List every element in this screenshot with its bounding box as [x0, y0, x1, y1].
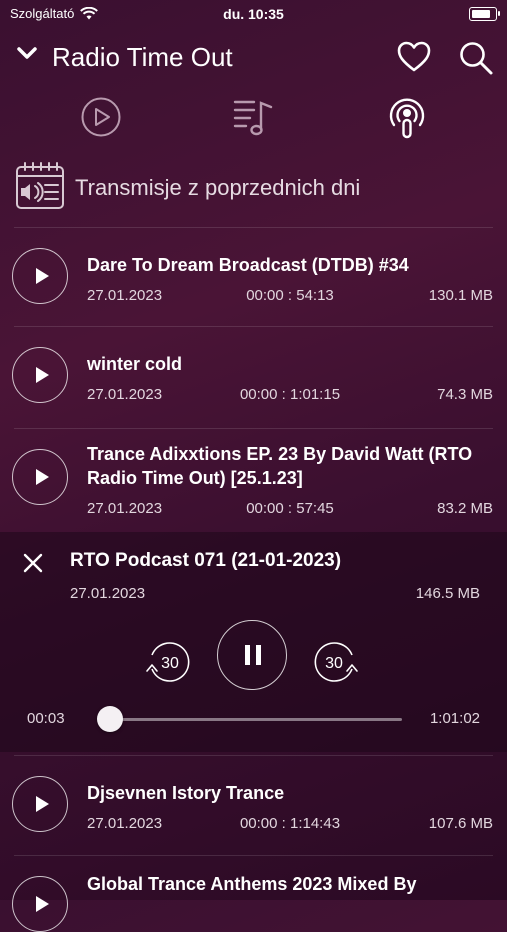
list-item[interactable]: Global Trance Anthems 2023 Mixed By	[0, 856, 507, 932]
skip-back-label: 30	[161, 655, 179, 672]
episode-title: Trance Adixxtions EP. 23 By David Watt (…	[87, 444, 473, 488]
pause-button[interactable]	[217, 620, 287, 690]
list-item[interactable]: winter cold 27.01.2023 00:00 : 1:01:15 7…	[0, 327, 507, 427]
episode-size: 107.6 MB	[428, 815, 493, 832]
episode-title: Djsevnen Istory Trance	[87, 783, 285, 803]
clock: du. 10:35	[223, 6, 284, 22]
search-icon[interactable]	[458, 40, 494, 76]
list-item[interactable]: Dare To Dream Broadcast (DTDB) #34 27.01…	[0, 228, 507, 326]
progress-track[interactable]	[110, 718, 402, 721]
episode-meta: 27.01.2023 00:00 : 54:13 130.1 MB	[87, 287, 493, 305]
episode-meta: 27.01.2023 00:00 : 1:14:43 107.6 MB	[87, 815, 493, 833]
podcast-icon[interactable]	[387, 96, 427, 140]
status-bar: Szolgáltató du. 10:35	[0, 0, 507, 30]
episode-meta: 27.01.2023 00:00 : 1:01:15 74.3 MB	[87, 386, 493, 404]
chevron-down-icon[interactable]	[16, 46, 38, 60]
total-time: 1:01:02	[429, 710, 480, 727]
now-playing-title: RTO Podcast 071 (21-01-2023)	[70, 550, 342, 571]
play-button[interactable]	[12, 776, 68, 832]
list-item[interactable]: Djsevnen Istory Trance 27.01.2023 00:00 …	[0, 756, 507, 854]
heart-icon[interactable]	[396, 40, 432, 74]
now-playing-size: 146.5 MB	[415, 585, 480, 602]
elapsed-time: 00:03	[27, 710, 65, 727]
music-list-icon[interactable]	[232, 96, 276, 138]
battery-icon	[469, 7, 500, 21]
episode-duration: 00:00 : 57:45	[246, 500, 334, 517]
episode-title: Global Trance Anthems 2023 Mixed By	[87, 874, 417, 894]
station-title[interactable]: Radio Time Out	[52, 42, 233, 73]
header: Radio Time Out	[0, 36, 507, 78]
play-button[interactable]	[12, 876, 68, 932]
now-playing-panel: RTO Podcast 071 (21-01-2023) 27.01.2023 …	[0, 532, 507, 752]
calendar-audio-icon	[16, 162, 64, 209]
play-circle-icon[interactable]	[80, 96, 122, 138]
play-button[interactable]	[12, 347, 68, 403]
episode-title: Dare To Dream Broadcast (DTDB) #34	[87, 255, 409, 275]
close-icon[interactable]	[22, 552, 44, 574]
episode-size: 83.2 MB	[437, 500, 493, 517]
section-header: Transmisje z poprzednich dni	[14, 160, 507, 216]
pause-bar	[256, 645, 261, 665]
episode-duration: 00:00 : 1:01:15	[239, 386, 341, 403]
episode-meta: 27.01.2023 00:00 : 57:45 83.2 MB	[87, 500, 493, 518]
skip-forward-button[interactable]: 30	[314, 639, 360, 685]
tab-bar	[0, 96, 507, 140]
play-button[interactable]	[12, 449, 68, 505]
section-title: Transmisje z poprzednich dni	[75, 175, 361, 200]
list-item[interactable]: Trance Adixxtions EP. 23 By David Watt (…	[0, 429, 507, 531]
pause-bar	[245, 645, 250, 665]
skip-forward-label: 30	[325, 655, 343, 672]
play-button[interactable]	[12, 248, 68, 304]
episode-title: winter cold	[87, 354, 183, 374]
skip-back-button[interactable]: 30	[144, 639, 190, 685]
now-playing-date: 27.01.2023	[70, 585, 146, 602]
episode-size: 74.3 MB	[437, 386, 493, 403]
episode-size: 130.1 MB	[428, 287, 493, 304]
progress-thumb[interactable]	[97, 706, 124, 732]
